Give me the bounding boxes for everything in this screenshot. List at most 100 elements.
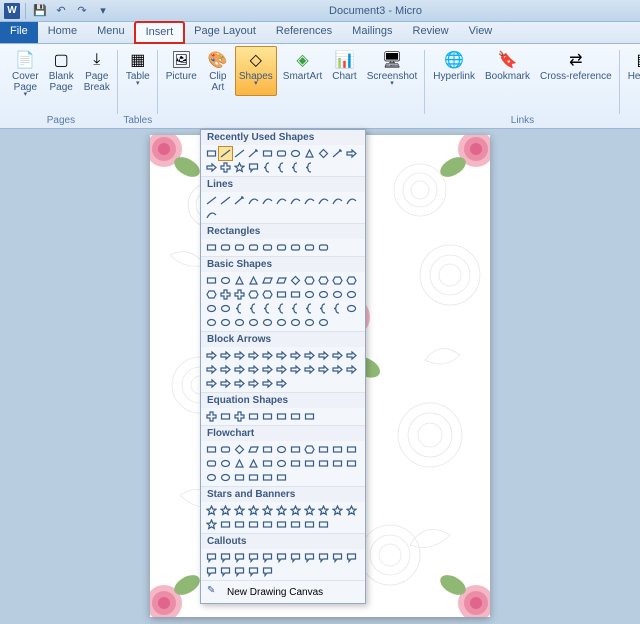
shape-item[interactable] bbox=[205, 316, 218, 329]
shape-item[interactable] bbox=[303, 457, 316, 470]
shape-item[interactable] bbox=[205, 363, 218, 376]
shape-item[interactable] bbox=[275, 551, 288, 564]
shape-item[interactable] bbox=[219, 349, 232, 362]
shape-item[interactable] bbox=[233, 302, 246, 315]
tab-menu[interactable]: Menu bbox=[87, 22, 135, 43]
shape-item[interactable] bbox=[247, 274, 260, 287]
shape-item[interactable] bbox=[205, 274, 218, 287]
shape-item[interactable] bbox=[289, 241, 302, 254]
shape-item[interactable] bbox=[219, 274, 232, 287]
shape-item[interactable] bbox=[205, 457, 218, 470]
shape-item[interactable] bbox=[205, 147, 218, 160]
shape-item[interactable] bbox=[233, 288, 246, 301]
shape-item[interactable] bbox=[247, 443, 260, 456]
shape-item[interactable] bbox=[303, 194, 316, 207]
screenshot-button[interactable]: 🖥Screenshot▾ bbox=[363, 46, 422, 96]
shape-item[interactable] bbox=[303, 349, 316, 362]
shape-item[interactable] bbox=[247, 377, 260, 390]
shape-item[interactable] bbox=[331, 288, 344, 301]
shape-item[interactable] bbox=[233, 161, 246, 174]
new-drawing-canvas-button[interactable]: ✎ New Drawing Canvas bbox=[201, 581, 365, 603]
shape-item[interactable] bbox=[303, 443, 316, 456]
shape-item[interactable] bbox=[289, 504, 302, 517]
shape-item[interactable] bbox=[205, 349, 218, 362]
shape-item[interactable] bbox=[219, 363, 232, 376]
shape-item[interactable] bbox=[275, 241, 288, 254]
shape-item[interactable] bbox=[247, 518, 260, 531]
shape-item[interactable] bbox=[247, 504, 260, 517]
shape-item[interactable] bbox=[261, 302, 274, 315]
shape-item[interactable] bbox=[233, 349, 246, 362]
shape-item[interactable] bbox=[205, 443, 218, 456]
shape-item[interactable] bbox=[303, 551, 316, 564]
shape-item[interactable] bbox=[219, 551, 232, 564]
shape-item[interactable] bbox=[205, 194, 218, 207]
shape-item[interactable] bbox=[205, 302, 218, 315]
shape-item[interactable] bbox=[219, 302, 232, 315]
table-button[interactable]: ▦Table▾ bbox=[122, 46, 154, 89]
shape-item[interactable] bbox=[205, 241, 218, 254]
shape-item[interactable] bbox=[331, 551, 344, 564]
shape-item[interactable] bbox=[233, 565, 246, 578]
shape-item[interactable] bbox=[331, 194, 344, 207]
shape-item[interactable] bbox=[247, 147, 260, 160]
shape-item[interactable] bbox=[247, 302, 260, 315]
shape-item[interactable] bbox=[247, 410, 260, 423]
shape-item[interactable] bbox=[331, 443, 344, 456]
shape-item[interactable] bbox=[247, 565, 260, 578]
shape-item[interactable] bbox=[261, 349, 274, 362]
hyperlink-button[interactable]: 🌐Hyperlink bbox=[429, 46, 479, 85]
header-button[interactable]: ▤Header▾ bbox=[624, 46, 640, 100]
shape-item[interactable] bbox=[345, 457, 358, 470]
shape-item[interactable] bbox=[303, 504, 316, 517]
shape-item[interactable] bbox=[219, 504, 232, 517]
shape-item[interactable] bbox=[219, 241, 232, 254]
shape-item[interactable] bbox=[233, 241, 246, 254]
shape-item[interactable] bbox=[233, 518, 246, 531]
qat-customize-icon[interactable]: ▾ bbox=[94, 2, 112, 20]
shape-item[interactable] bbox=[261, 443, 274, 456]
shape-item[interactable] bbox=[233, 504, 246, 517]
shape-item[interactable] bbox=[345, 288, 358, 301]
shape-item[interactable] bbox=[205, 504, 218, 517]
shape-item[interactable] bbox=[247, 161, 260, 174]
shape-item[interactable] bbox=[317, 518, 330, 531]
shape-item[interactable] bbox=[247, 349, 260, 362]
shape-item[interactable] bbox=[289, 288, 302, 301]
shape-item[interactable] bbox=[345, 504, 358, 517]
shape-item[interactable] bbox=[275, 161, 288, 174]
shape-item[interactable] bbox=[317, 457, 330, 470]
shape-item[interactable] bbox=[275, 288, 288, 301]
tab-review[interactable]: Review bbox=[403, 22, 459, 43]
shape-item[interactable] bbox=[247, 551, 260, 564]
shape-item[interactable] bbox=[331, 363, 344, 376]
shape-item[interactable] bbox=[247, 194, 260, 207]
shape-item[interactable] bbox=[275, 363, 288, 376]
shape-item[interactable] bbox=[275, 410, 288, 423]
bookmark-button[interactable]: 🔖Bookmark bbox=[481, 46, 534, 85]
shape-item[interactable] bbox=[205, 161, 218, 174]
shape-item[interactable] bbox=[261, 518, 274, 531]
shape-item[interactable] bbox=[261, 147, 274, 160]
tab-mailings[interactable]: Mailings bbox=[342, 22, 402, 43]
shapes-button[interactable]: ◇Shapes▾ bbox=[235, 46, 277, 96]
shape-item[interactable] bbox=[317, 551, 330, 564]
shape-item[interactable] bbox=[289, 147, 302, 160]
shape-item[interactable] bbox=[303, 241, 316, 254]
shape-item[interactable] bbox=[331, 147, 344, 160]
page-break-button[interactable]: ⤓PageBreak bbox=[80, 46, 114, 100]
tab-home[interactable]: Home bbox=[38, 22, 87, 43]
shape-item[interactable] bbox=[345, 349, 358, 362]
shape-item[interactable] bbox=[219, 410, 232, 423]
shape-item[interactable] bbox=[303, 518, 316, 531]
shape-item[interactable] bbox=[261, 471, 274, 484]
shape-item[interactable] bbox=[345, 363, 358, 376]
shape-item[interactable] bbox=[261, 377, 274, 390]
shape-item[interactable] bbox=[289, 316, 302, 329]
shape-item[interactable] bbox=[289, 349, 302, 362]
tab-page-layout[interactable]: Page Layout bbox=[184, 22, 266, 43]
shape-item[interactable] bbox=[289, 518, 302, 531]
shape-item[interactable] bbox=[289, 194, 302, 207]
shape-item[interactable] bbox=[261, 504, 274, 517]
shape-item[interactable] bbox=[275, 316, 288, 329]
